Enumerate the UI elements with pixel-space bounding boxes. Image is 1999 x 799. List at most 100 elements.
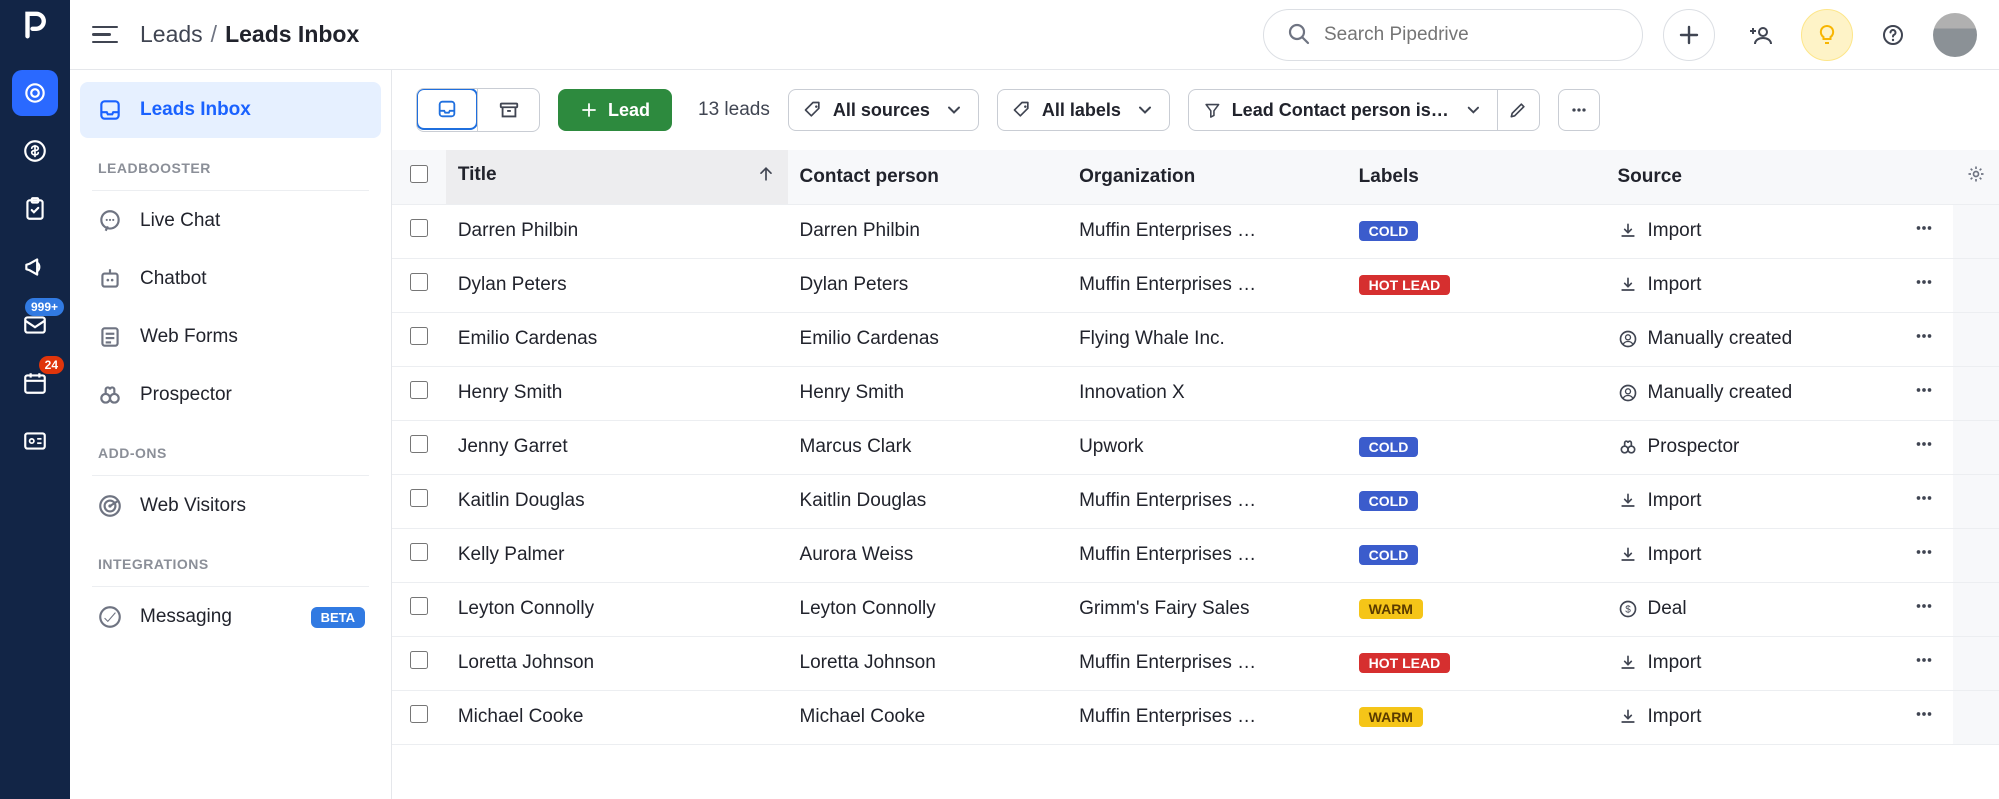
table-row[interactable]: Leyton Connolly Leyton Connolly Grimm's … xyxy=(392,582,1999,636)
cell-title: Kelly Palmer xyxy=(446,528,788,582)
cell-contact: Henry Smith xyxy=(788,366,1068,420)
source-icon xyxy=(1618,383,1638,403)
nav-contacts[interactable] xyxy=(12,418,58,464)
table-row[interactable]: Loretta Johnson Loretta Johnson Muffin E… xyxy=(392,636,1999,690)
row-checkbox[interactable] xyxy=(410,435,428,453)
cell-org: Muffin Enterprises … xyxy=(1067,528,1347,582)
cell-contact: Kaitlin Douglas xyxy=(788,474,1068,528)
cell-org: Flying Whale Inc. xyxy=(1067,312,1347,366)
row-actions-button[interactable] xyxy=(1913,601,1935,622)
row-checkbox[interactable] xyxy=(410,489,428,507)
row-actions-button[interactable] xyxy=(1913,277,1935,298)
cell-contact: Loretta Johnson xyxy=(788,636,1068,690)
row-checkbox[interactable] xyxy=(410,219,428,237)
sidebar-item-web-visitors[interactable]: Web Visitors xyxy=(80,478,381,534)
nav-mail[interactable]: 999+ xyxy=(12,302,58,348)
col-title-header[interactable]: Title xyxy=(446,150,788,204)
cell-labels: COLD xyxy=(1347,204,1606,258)
col-contact-header[interactable]: Contact person xyxy=(788,150,1068,204)
add-lead-button[interactable]: Lead xyxy=(558,89,672,131)
nav-campaigns[interactable] xyxy=(12,244,58,290)
sidebar-item-chatbot[interactable]: Chatbot xyxy=(80,251,381,307)
filter-labels[interactable]: All labels xyxy=(997,89,1170,131)
row-actions-button[interactable] xyxy=(1913,385,1935,406)
cell-source: Manually created xyxy=(1606,366,1896,420)
help-button[interactable] xyxy=(1867,9,1919,61)
quick-add-button[interactable] xyxy=(1663,9,1715,61)
table-row[interactable]: Darren Philbin Darren Philbin Muffin Ent… xyxy=(392,204,1999,258)
inbox-icon xyxy=(96,96,124,124)
nav-activities-badge: 24 xyxy=(39,356,64,374)
sidebar-item-label: Live Chat xyxy=(140,210,220,232)
cell-org: Muffin Enterprises … xyxy=(1067,474,1347,528)
select-all-header[interactable] xyxy=(392,150,446,204)
row-checkbox[interactable] xyxy=(410,327,428,345)
nav-deals[interactable] xyxy=(12,128,58,174)
leads-count: 13 leads xyxy=(698,99,770,121)
edit-filter-button[interactable] xyxy=(1498,89,1540,131)
table-row[interactable]: Kaitlin Douglas Kaitlin Douglas Muffin E… xyxy=(392,474,1999,528)
table-settings-button[interactable] xyxy=(1953,150,1999,204)
table-row[interactable]: Emilio Cardenas Emilio Cardenas Flying W… xyxy=(392,312,1999,366)
row-actions-button[interactable] xyxy=(1913,709,1935,730)
sidebar-item-label: Leads Inbox xyxy=(140,99,251,121)
view-inbox-button[interactable] xyxy=(416,88,478,130)
row-actions-button[interactable] xyxy=(1913,331,1935,352)
col-source-header[interactable]: Source xyxy=(1606,150,1896,204)
more-options-button[interactable] xyxy=(1558,89,1600,131)
sidebar-item-live-chat[interactable]: Live Chat xyxy=(80,193,381,249)
table-row[interactable]: Michael Cooke Michael Cooke Muffin Enter… xyxy=(392,690,1999,744)
table-row[interactable]: Dylan Peters Dylan Peters Muffin Enterpr… xyxy=(392,258,1999,312)
cell-org: Muffin Enterprises … xyxy=(1067,204,1347,258)
filter-custom[interactable]: Lead Contact person is n… xyxy=(1188,89,1498,131)
table-row[interactable]: Jenny Garret Marcus Clark Upwork COLD Pr… xyxy=(392,420,1999,474)
menu-toggle-icon[interactable] xyxy=(92,21,120,49)
sales-assistant-button[interactable] xyxy=(1801,9,1853,61)
table-row[interactable]: Henry Smith Henry Smith Innovation X Man… xyxy=(392,366,1999,420)
sidebar-item-prospector[interactable]: Prospector xyxy=(80,367,381,423)
table-row[interactable]: Kelly Palmer Aurora Weiss Muffin Enterpr… xyxy=(392,528,1999,582)
col-org-header[interactable]: Organization xyxy=(1067,150,1347,204)
row-actions-button[interactable] xyxy=(1913,493,1935,514)
view-archive-button[interactable] xyxy=(477,89,539,131)
cell-org: Grimm's Fairy Sales xyxy=(1067,582,1347,636)
cell-title: Dylan Peters xyxy=(446,258,788,312)
row-actions-button[interactable] xyxy=(1913,547,1935,568)
form-icon xyxy=(96,323,124,351)
nav-rail: 999+ 24 xyxy=(0,0,70,799)
cell-title: Jenny Garret xyxy=(446,420,788,474)
nav-projects[interactable] xyxy=(12,186,58,232)
cell-source: Deal xyxy=(1606,582,1896,636)
cell-contact: Emilio Cardenas xyxy=(788,312,1068,366)
sidebar-item-web-forms[interactable]: Web Forms xyxy=(80,309,381,365)
invite-users-button[interactable] xyxy=(1735,9,1787,61)
breadcrumb-parent[interactable]: Leads xyxy=(140,21,203,48)
user-avatar[interactable] xyxy=(1933,13,1977,57)
row-checkbox[interactable] xyxy=(410,543,428,561)
row-checkbox[interactable] xyxy=(410,651,428,669)
sidebar-item-messaging[interactable]: MessagingBETA xyxy=(80,589,381,645)
source-icon xyxy=(1618,329,1638,349)
select-all-checkbox[interactable] xyxy=(410,165,428,183)
search-box[interactable] xyxy=(1263,9,1643,61)
row-checkbox[interactable] xyxy=(410,381,428,399)
col-labels-header[interactable]: Labels xyxy=(1347,150,1606,204)
cell-org: Muffin Enterprises … xyxy=(1067,690,1347,744)
app-logo[interactable] xyxy=(20,10,50,44)
breadcrumb: Leads / Leads Inbox xyxy=(140,21,359,48)
filter-sources[interactable]: All sources xyxy=(788,89,979,131)
row-checkbox[interactable] xyxy=(410,597,428,615)
view-toggle xyxy=(416,88,540,132)
nav-leads[interactable] xyxy=(12,70,58,116)
row-actions-button[interactable] xyxy=(1913,439,1935,460)
sidebar-item-leads-inbox[interactable]: Leads Inbox xyxy=(80,82,381,138)
cell-source: Import xyxy=(1606,690,1896,744)
sidebar-item-label: Web Forms xyxy=(140,326,238,348)
row-checkbox[interactable] xyxy=(410,273,428,291)
row-checkbox[interactable] xyxy=(410,705,428,723)
row-actions-button[interactable] xyxy=(1913,655,1935,676)
cell-title: Henry Smith xyxy=(446,366,788,420)
row-actions-button[interactable] xyxy=(1913,223,1935,244)
search-input[interactable] xyxy=(1324,24,1620,46)
nav-activities[interactable]: 24 xyxy=(12,360,58,406)
